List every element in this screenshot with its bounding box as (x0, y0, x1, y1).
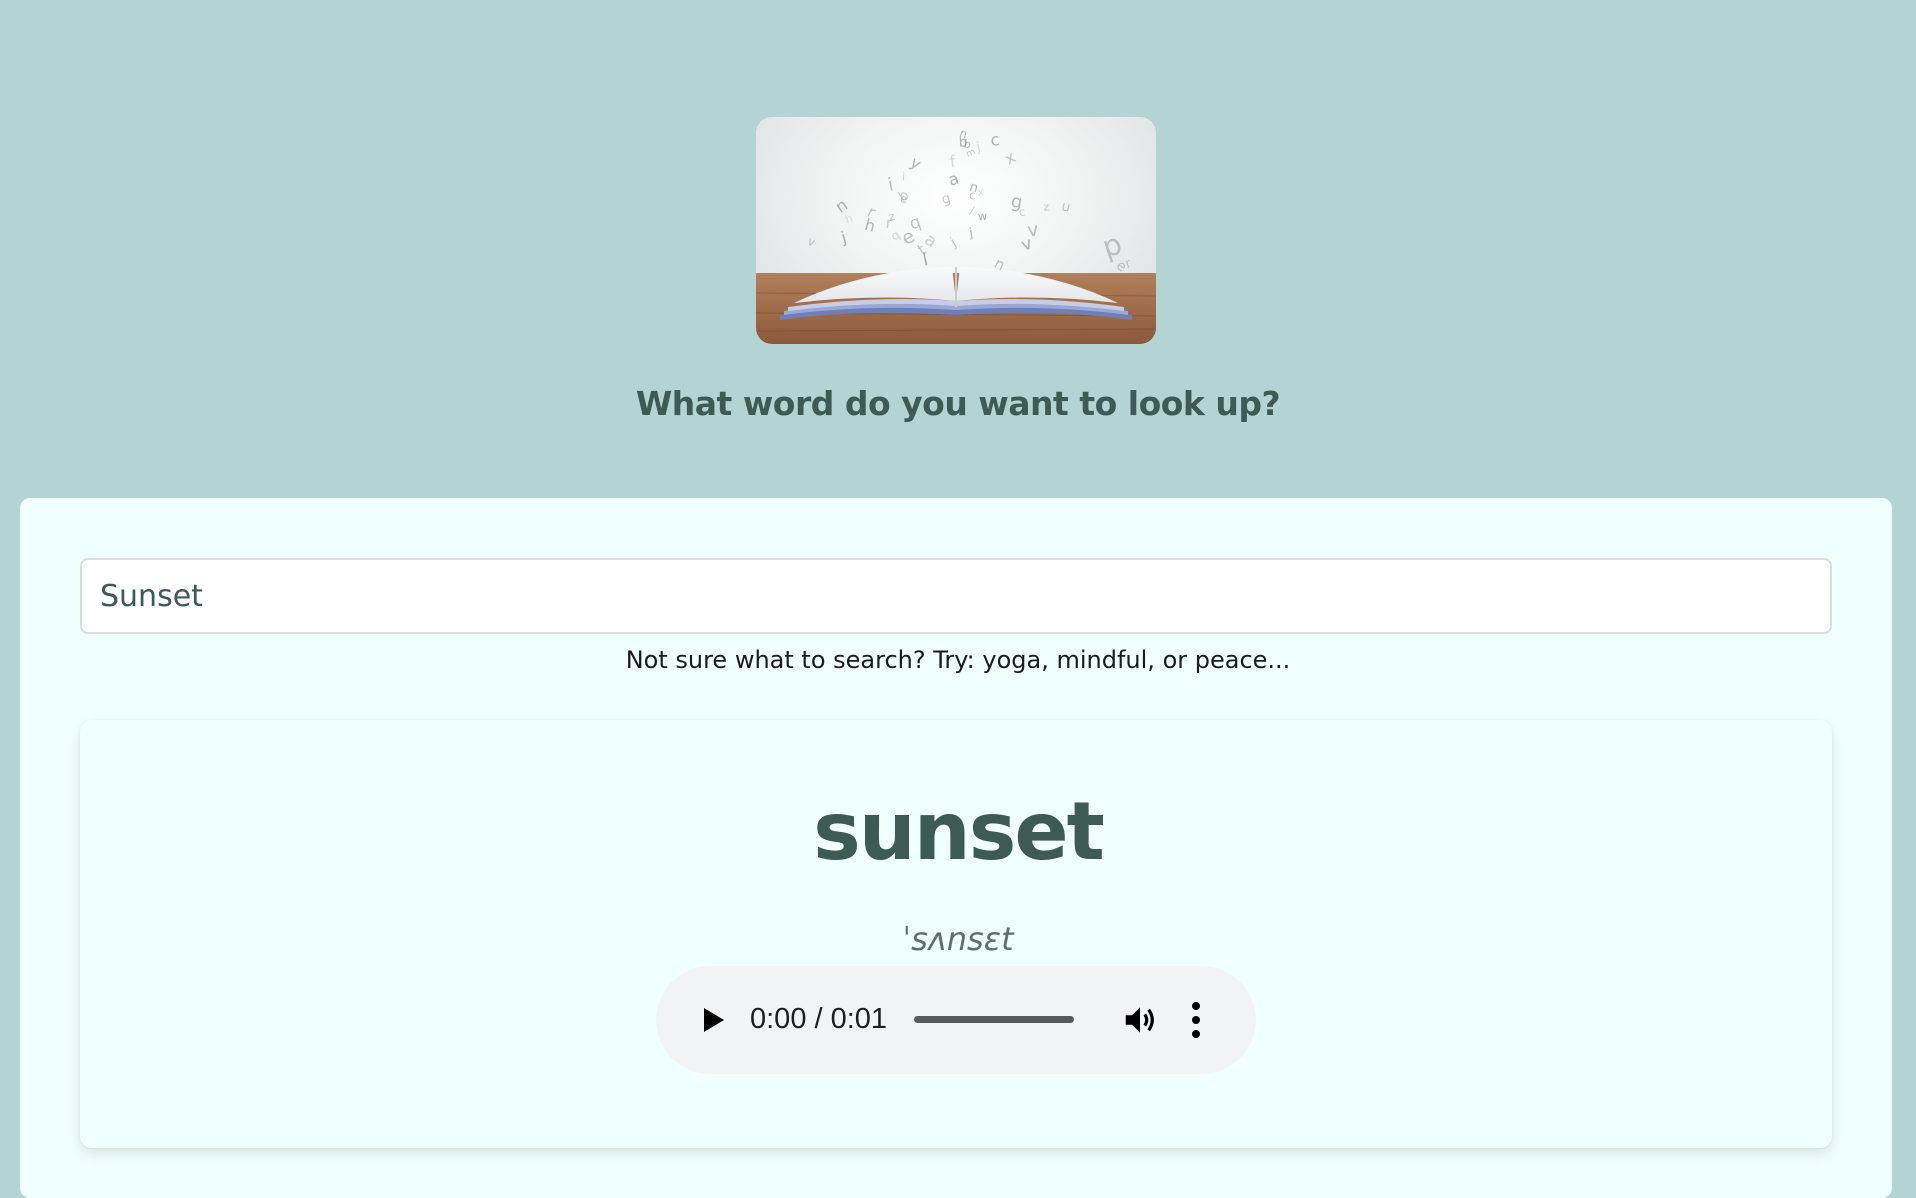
floating-letter: b (896, 187, 912, 205)
floating-letter: f (949, 152, 958, 172)
floating-letter: v (806, 234, 818, 250)
floating-letter: x (977, 186, 985, 199)
floating-letter: j (967, 225, 974, 241)
floating-letter: x (1001, 147, 1019, 168)
floating-letter: v (1026, 220, 1040, 242)
search-hint: Not sure what to search? Try: yoga, mind… (625, 646, 1291, 674)
result-word: sunset (813, 785, 1105, 878)
floating-letter: c (990, 130, 1001, 150)
result-phonetic: ˈsʌnsɛt (902, 920, 1014, 958)
floating-letter: a (946, 169, 961, 190)
page-title: What word do you want to look up? (635, 384, 1281, 423)
audio-progress-slider[interactable] (914, 1016, 1074, 1023)
floating-letter: g (940, 190, 953, 208)
hero-book-image: cbeeljpclgyjawavvjqtghnrubnzirvebfnqcjhi… (756, 117, 1156, 344)
search-input[interactable] (80, 558, 1832, 634)
floating-letter: z (1043, 200, 1049, 213)
more-vertical-icon[interactable] (1186, 999, 1206, 1041)
floating-letter: y (907, 153, 925, 173)
open-book-illustration: cbeelj pclgyjawavv jqtghnr ubnzirvebfnqcjhi… (756, 126, 1156, 344)
play-icon[interactable] (694, 1002, 730, 1038)
floating-letter: w (978, 210, 988, 223)
floating-letter: j (838, 228, 849, 248)
floating-letter: m (965, 146, 978, 160)
volume-icon[interactable] (1121, 1001, 1159, 1039)
floating-letter: j (947, 235, 959, 251)
floating-letter: p (1098, 226, 1126, 264)
audio-time: 0:00 / 0:01 (750, 1003, 888, 1035)
audio-player[interactable]: 0:00 / 0:01 (656, 966, 1256, 1074)
floating-letter: i (886, 175, 895, 196)
floating-letter: l (966, 204, 977, 218)
floating-letter: i (902, 170, 905, 183)
floating-letter: u (1060, 198, 1072, 216)
